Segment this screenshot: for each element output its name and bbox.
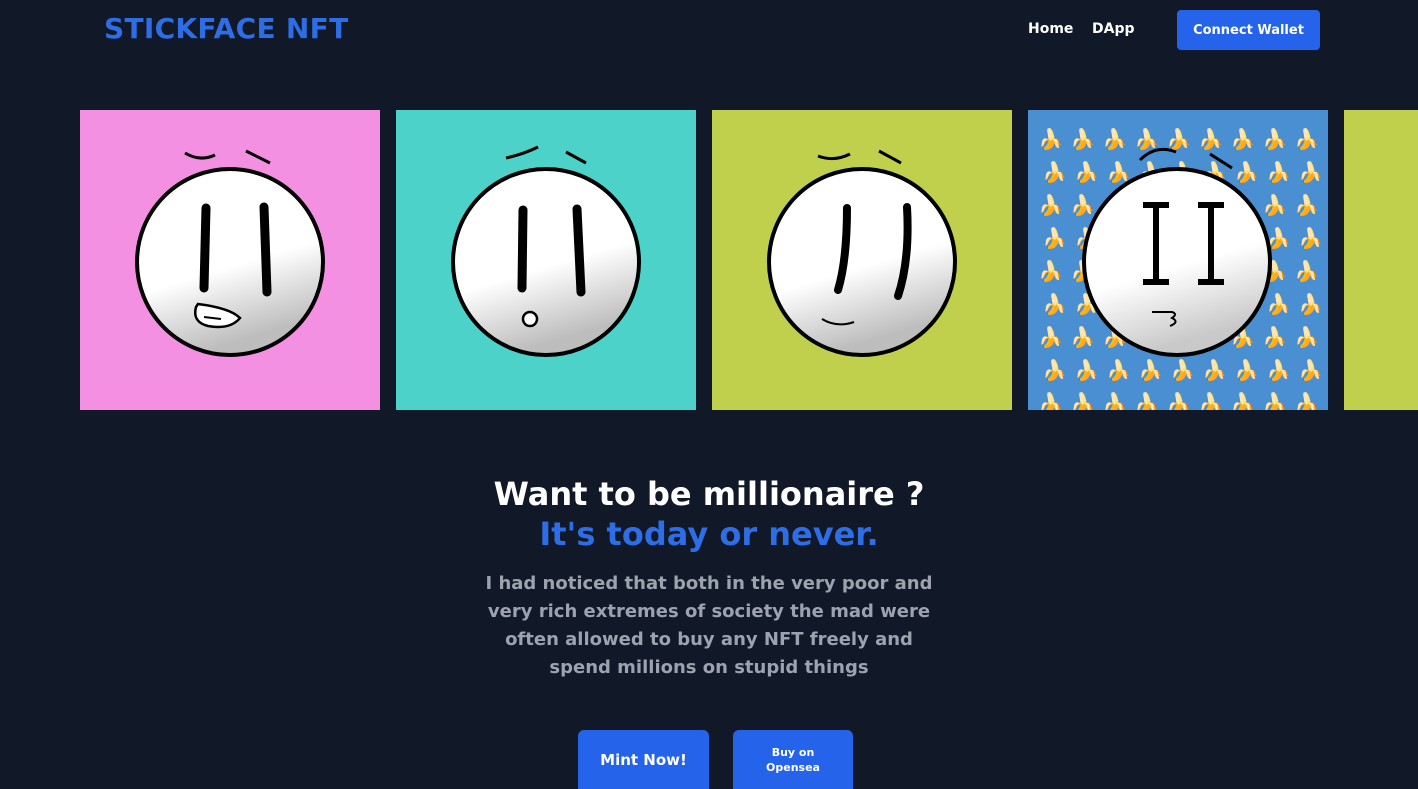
nav-home-link[interactable]: Home	[1028, 21, 1073, 37]
banana-icon: 🍌	[1134, 391, 1159, 410]
banana-icon: 🍌	[1262, 391, 1287, 410]
nav-dapp-link[interactable]: DApp	[1092, 21, 1135, 37]
brand-logo[interactable]: STICKFACE NFT	[104, 12, 349, 45]
nft-gallery: 🍌 🍌 🍌 🍌 🍌 🍌 🍌 🍌 🍌 🍌 🍌 🍌 🍌 🍌 🍌 🍌 🍌 🍌 🍌 🍌 🍌 🍌 🍌 🍌 🍌 🍌 🍌 🍌 🍌 🍌 🍌 🍌 🍌 🍌 🍌 🍌 🍌 🍌 🍌 🍌…	[0, 110, 1418, 410]
banana-icon: 🍌	[1038, 127, 1063, 151]
banana-icon: 🍌	[1294, 193, 1319, 217]
banana-icon: 🍌	[1038, 325, 1063, 349]
banana-icon: 🍌	[1294, 259, 1319, 283]
banana-icon: 🍌	[1042, 292, 1067, 316]
banana-icon: 🍌	[1230, 127, 1255, 151]
stickface-smirk-image	[712, 110, 1012, 410]
banana-icon: 🍌	[1298, 160, 1323, 184]
banana-icon: 🍌	[1042, 358, 1067, 382]
banana-icon: 🍌	[1070, 127, 1095, 151]
banana-icon: 🍌	[1170, 358, 1195, 382]
banana-icon: 🍌	[1134, 127, 1159, 151]
hero-description: I had noticed that both in the very poor…	[485, 573, 933, 678]
banana-icon: 🍌	[1298, 226, 1323, 250]
banana-icon: 🍌	[1230, 391, 1255, 410]
banana-icon: 🍌	[1042, 160, 1067, 184]
nft-tile-2	[396, 110, 696, 410]
banana-icon: 🍌	[1266, 160, 1291, 184]
stickface-partial-image	[1344, 110, 1418, 410]
banana-icon: 🍌	[1294, 127, 1319, 151]
nft-tile-3	[712, 110, 1012, 410]
banana-icon: 🍌	[1198, 127, 1223, 151]
banana-icon: 🍌	[1294, 391, 1319, 410]
banana-icon: 🍌	[1262, 325, 1287, 349]
stickface-surprised-image	[396, 110, 696, 410]
hero-headline: Want to be millionaire ?	[493, 475, 925, 513]
banana-icon: 🍌	[1070, 325, 1095, 349]
banana-icon: 🍌	[1074, 160, 1099, 184]
banana-icon: 🍌	[1070, 391, 1095, 410]
banana-icon: 🍌	[1070, 193, 1095, 217]
hero-tagline: It's today or never.	[539, 515, 879, 553]
banana-icon: 🍌	[1262, 127, 1287, 151]
banana-icon: 🍌	[1202, 358, 1227, 382]
banana-icon: 🍌	[1138, 358, 1163, 382]
banana-icon: 🍌	[1106, 358, 1131, 382]
banana-icon: 🍌	[1042, 226, 1067, 250]
banana-icon: 🍌	[1294, 325, 1319, 349]
opensea-button-line2: Opensea	[766, 760, 820, 774]
banana-icon: 🍌	[1102, 127, 1127, 151]
opensea-button-line1: Buy on	[771, 745, 815, 759]
banana-icon: 🍌	[1038, 259, 1063, 283]
connect-wallet-button[interactable]: Connect Wallet	[1177, 10, 1320, 50]
banana-icon: 🍌	[1234, 358, 1259, 382]
banana-icon: 🍌	[1198, 391, 1223, 410]
tile-background	[1344, 110, 1418, 410]
banana-icon: 🍌	[1262, 193, 1287, 217]
stickface-tongue-image	[80, 110, 380, 410]
banana-icon: 🍌	[1234, 160, 1259, 184]
banana-icon: 🍌	[1298, 292, 1323, 316]
banana-icon: 🍌	[1038, 193, 1063, 217]
banana-icon: 🍌	[1266, 358, 1291, 382]
banana-icon: 🍌	[1166, 391, 1191, 410]
mint-now-button[interactable]: Mint Now!	[578, 730, 709, 789]
banana-icon: 🍌	[1038, 391, 1063, 410]
nft-tile-1	[80, 110, 380, 410]
buy-on-opensea-button[interactable]: Buy on Opensea	[733, 730, 853, 789]
banana-icon: 🍌	[1106, 160, 1131, 184]
banana-icon: 🍌	[1266, 292, 1291, 316]
banana-icon: 🍌	[1298, 358, 1323, 382]
banana-icon: 🍌	[1102, 391, 1127, 410]
nft-tile-4: 🍌 🍌 🍌 🍌 🍌 🍌 🍌 🍌 🍌 🍌 🍌 🍌 🍌 🍌 🍌 🍌 🍌 🍌 🍌 🍌 🍌 🍌 🍌 🍌 🍌 🍌 🍌 🍌 🍌 🍌 🍌 🍌 🍌 🍌 🍌 🍌 🍌 🍌 🍌 🍌…	[1028, 110, 1328, 410]
stickface-banana-image: 🍌 🍌 🍌 🍌 🍌 🍌 🍌 🍌 🍌🍌 🍌 🍌 🍌 🍌 🍌 🍌🍌 🍌 🍌 🍌🍌 🍌 🍌🍌 🍌 🍌🍌 🍌 🍌 🍌🍌 🍌 🍌 🍌 🍌 🍌🍌 🍌 🍌 🍌…	[1028, 110, 1328, 410]
nft-tile-5	[1344, 110, 1418, 410]
banana-icon: 🍌	[1166, 127, 1191, 151]
banana-icon: 🍌	[1074, 358, 1099, 382]
